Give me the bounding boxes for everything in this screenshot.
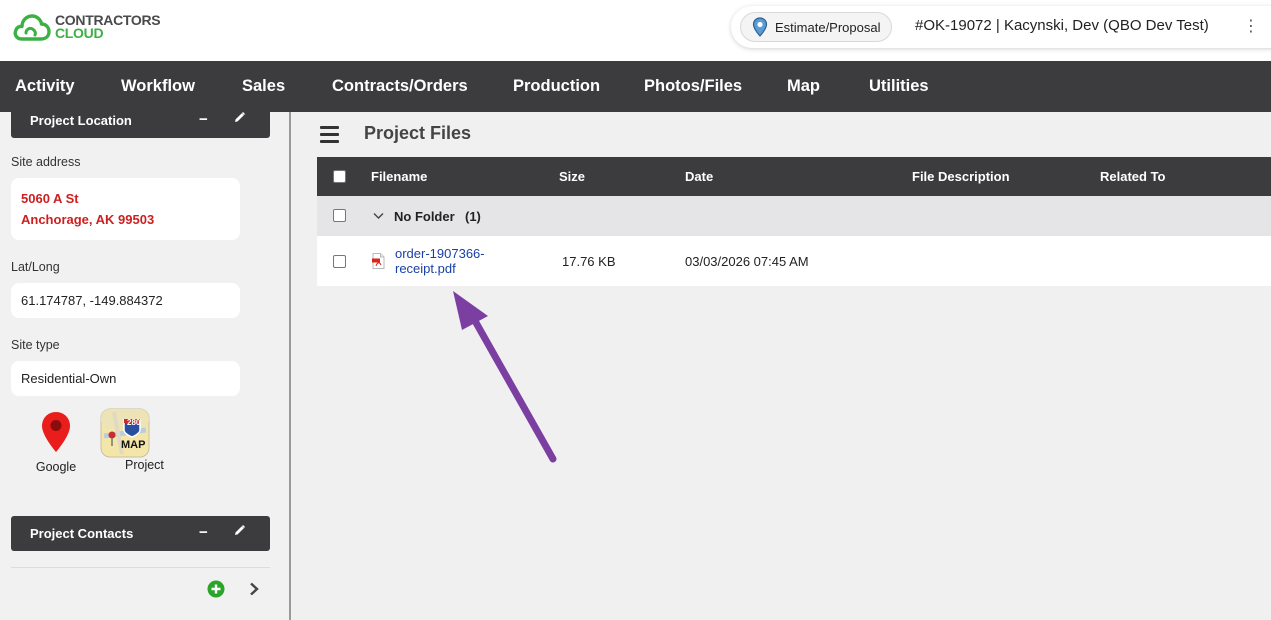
folder-label: No Folder	[394, 209, 455, 224]
brand-line2: CLOUD	[55, 25, 104, 41]
nav-photos-files[interactable]: Photos/Files	[644, 77, 742, 96]
file-name-line1: order-1907366-	[395, 246, 485, 261]
file-size: 17.76 KB	[562, 254, 616, 269]
table-header: Filename Size Date File Description Rela…	[317, 157, 1271, 196]
col-file-description[interactable]: File Description	[912, 169, 1010, 184]
col-filename[interactable]: Filename	[371, 169, 427, 184]
google-pin-icon	[42, 412, 70, 452]
files-table: Filename Size Date File Description Rela…	[317, 157, 1271, 286]
file-date: 03/03/2026 07:45 AM	[685, 254, 809, 269]
job-type-label: Estimate/Proposal	[775, 19, 881, 35]
google-label: Google	[35, 460, 77, 474]
col-size[interactable]: Size	[559, 169, 585, 184]
hamburger-menu-icon[interactable]	[320, 126, 339, 147]
project-map-link[interactable]: MAP 280 Project	[100, 408, 190, 472]
chevron-right-icon[interactable]	[248, 582, 260, 596]
col-date[interactable]: Date	[685, 169, 713, 184]
project-label: Project	[125, 458, 164, 472]
latlong-label: Lat/Long	[11, 260, 60, 274]
job-type-badge[interactable]: Estimate/Proposal	[740, 12, 892, 42]
job-selector[interactable]: Estimate/Proposal #OK-19072 | Kacynski, …	[731, 6, 1271, 48]
row-checkbox[interactable]	[333, 255, 346, 268]
location-pin-icon	[752, 17, 768, 37]
app-header: CONTRACTORS CLOUD Estimate/Proposal #OK-…	[0, 0, 1271, 61]
chevron-down-icon[interactable]	[373, 212, 384, 220]
nav-workflow[interactable]: Workflow	[121, 77, 195, 96]
folder-count: (1)	[465, 209, 481, 224]
select-all-checkbox[interactable]	[333, 170, 346, 183]
collapse-icon[interactable]: −	[199, 111, 208, 128]
nav-contracts-orders[interactable]: Contracts/Orders	[332, 77, 468, 96]
site-address-label: Site address	[11, 155, 81, 169]
project-contacts-panel-header: Project Contacts −	[11, 516, 270, 551]
folder-checkbox[interactable]	[333, 209, 346, 222]
file-name-link[interactable]: order-1907366- receipt.pdf	[395, 246, 525, 276]
col-related-to[interactable]: Related To	[1100, 169, 1166, 184]
file-name-line2: receipt.pdf	[395, 261, 456, 276]
nav-activity[interactable]: Activity	[15, 77, 75, 96]
job-title: #OK-19072 | Kacynski, Dev (QBO Dev Test)	[915, 17, 1209, 34]
address-line2: Anchorage, AK 99503	[21, 212, 155, 227]
collapse-icon[interactable]: −	[199, 524, 208, 541]
nav-map[interactable]: Map	[787, 77, 820, 96]
nav-utilities[interactable]: Utilities	[869, 77, 929, 96]
project-contacts-title: Project Contacts	[30, 526, 134, 541]
main-content: Project Files Filename Size Date File De…	[291, 112, 1271, 620]
brand-logo[interactable]: CONTRACTORS CLOUD	[13, 12, 161, 42]
edit-icon[interactable]	[233, 111, 246, 127]
kebab-icon[interactable]: ⋮	[1243, 18, 1259, 36]
cloud-logo-icon	[13, 14, 51, 41]
map-badge-text: MAP	[121, 439, 146, 451]
table-row[interactable]: order-1907366- receipt.pdf 17.76 KB 03/0…	[317, 236, 1271, 286]
google-map-link[interactable]: Google	[33, 410, 79, 474]
sidebar: Project Location − Site address 5060 A S…	[0, 103, 289, 620]
divider	[11, 567, 270, 568]
project-location-title: Project Location	[30, 113, 132, 128]
site-type-value: Residential-Own	[11, 361, 240, 396]
map-shield-number: 280	[127, 418, 141, 427]
page-title: Project Files	[364, 123, 472, 143]
address-line1: 5060 A St	[21, 191, 79, 206]
nav-production[interactable]: Production	[513, 77, 600, 96]
site-type-label: Site type	[11, 338, 60, 352]
pdf-file-icon	[372, 253, 385, 269]
folder-row[interactable]: No Folder (1)	[317, 196, 1271, 236]
project-location-panel-header: Project Location −	[11, 103, 270, 138]
latlong-value: 61.174787, -149.884372	[11, 283, 240, 318]
site-address-box: 5060 A St Anchorage, AK 99503	[11, 178, 240, 240]
edit-icon[interactable]	[233, 524, 246, 540]
nav-sales[interactable]: Sales	[242, 77, 285, 96]
add-contact-icon[interactable]	[207, 580, 225, 598]
